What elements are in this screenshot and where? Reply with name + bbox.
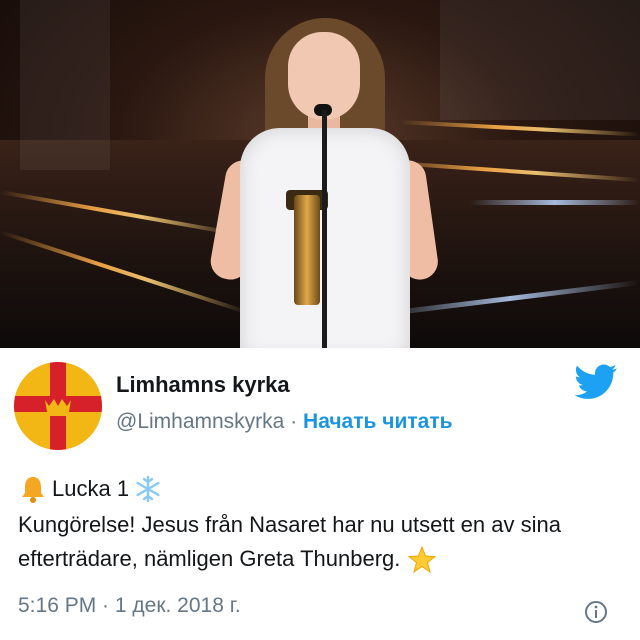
tweet-first-line: Lucka 1 [18,474,163,504]
tweet-body-text: Kungörelse! Jesus från Nasaret har nu ut… [18,512,561,571]
display-name[interactable]: Limhamns kyrka [116,372,290,398]
glowing-star-icon [407,545,436,574]
trophy [294,195,320,305]
stage-light-strip [399,120,640,137]
microphone-stand [322,110,327,348]
snowflake-icon [136,475,160,503]
follow-button[interactable]: Начать читать [303,410,452,433]
bell-icon [22,477,44,503]
separator-dot: · [290,410,298,433]
tweet-timestamp[interactable]: 5:16 PM · 1 дек. 2018 г. [18,594,241,618]
background-panel [440,0,640,120]
tweet-photo[interactable] [0,0,640,348]
user-handle[interactable]: @Limhamnskyrka [116,410,284,433]
tweet-body: Kungörelse! Jesus från Nasaret har nu ut… [18,508,628,576]
handle-line: @Limhamnskyrka · Начать читать [116,410,453,434]
stage-light-strip [470,200,640,205]
twitter-bird-icon[interactable] [574,364,618,400]
background-panel [20,0,110,170]
speaker-figure [207,10,441,348]
church-cross-crown-emblem [14,362,102,450]
avatar[interactable] [14,362,102,450]
info-icon[interactable] [584,600,608,624]
advent-door-label: Lucka 1 [52,476,130,501]
